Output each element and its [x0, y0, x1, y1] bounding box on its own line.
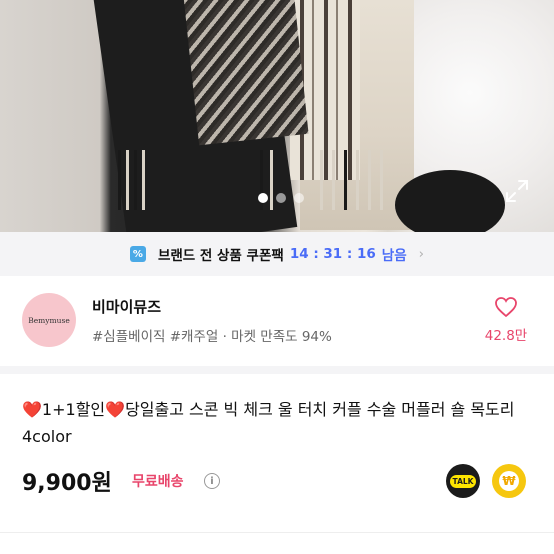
- chevron-right-icon: ›: [418, 246, 425, 262]
- fringe: [142, 150, 145, 210]
- talk-button[interactable]: TALK: [446, 464, 480, 498]
- section-divider: [0, 366, 554, 374]
- fringe: [320, 150, 323, 210]
- coupon-timer-suffix: 남음: [381, 248, 407, 264]
- product-title-promo: 1+1할인: [41, 400, 106, 419]
- carousel-dot[interactable]: [258, 193, 268, 203]
- coupon-label: 브랜드 전 상품 쿠폰팩: [157, 248, 284, 264]
- like-count: 42.8만: [484, 328, 528, 344]
- product-title: ❤️1+1할인❤️당일출고 스콘 빅 체크 울 터치 커플 수술 머플러 숄 목…: [22, 396, 532, 450]
- store-info[interactable]: Bemymuse 비마이뮤즈 #심플베이직 #캐주얼 · 마켓 만족도 94% …: [0, 276, 554, 366]
- fringe: [134, 150, 137, 210]
- store-logo-text: Bemymuse: [28, 315, 70, 325]
- fringe: [344, 150, 347, 210]
- black-fur: [395, 170, 505, 232]
- heart-emoji: ❤️: [105, 400, 126, 419]
- expand-icon[interactable]: [504, 178, 530, 204]
- product-image[interactable]: [0, 0, 554, 232]
- product-price: 9,900원: [22, 471, 112, 496]
- fringe: [126, 150, 129, 210]
- free-shipping-label: 무료배송: [132, 474, 184, 490]
- store-logo[interactable]: Bemymuse: [22, 293, 76, 347]
- won-icon: ₩: [499, 471, 519, 491]
- carousel-dot[interactable]: [276, 193, 286, 203]
- fringe: [118, 150, 121, 210]
- pay-button[interactable]: ₩: [492, 464, 526, 498]
- fringe: [368, 150, 371, 210]
- heart-emoji: ❤️: [22, 400, 42, 419]
- info-icon[interactable]: i: [204, 473, 220, 489]
- coupon-banner[interactable]: % 브랜드 전 상품 쿠폰팩 14 : 31 : 16 남음 ›: [0, 232, 554, 276]
- store-tags: #심플베이직 #캐주얼 · 마켓 만족도 94%: [92, 329, 332, 345]
- store-name[interactable]: 비마이뮤즈: [92, 296, 161, 317]
- fringe: [356, 150, 359, 210]
- carousel-dot[interactable]: [294, 193, 304, 203]
- heart-icon[interactable]: [494, 296, 518, 318]
- scarf-check-dark: [181, 0, 309, 146]
- talk-icon: TALK: [449, 474, 477, 488]
- carousel-dots: [258, 193, 304, 203]
- coupon-timer: 14 : 31 : 16: [289, 246, 376, 262]
- fringe: [332, 150, 335, 210]
- fringe: [380, 150, 383, 210]
- bottom-divider: [0, 532, 554, 533]
- ticket-percent-icon: %: [129, 246, 146, 262]
